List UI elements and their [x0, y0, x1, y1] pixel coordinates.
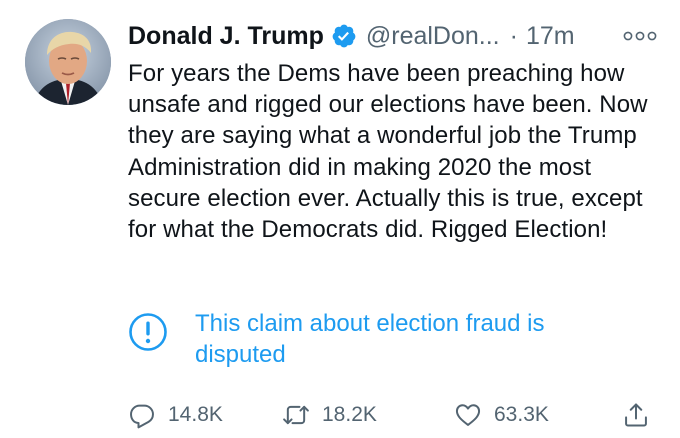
tweet-actions: 14.8K 18.2K 63.3K — [128, 398, 668, 432]
profile-photo-icon — [25, 19, 111, 105]
retweet-icon — [283, 405, 309, 425]
disputed-claim-link[interactable]: This claim about election fraud is dispu… — [195, 308, 615, 370]
reply-button[interactable]: 14.8K — [128, 398, 223, 432]
reply-count: 14.8K — [168, 403, 223, 426]
share-icon — [625, 403, 647, 427]
share-button[interactable] — [622, 398, 650, 432]
disputed-claim-notice[interactable]: This claim about election fraud is dispu… — [128, 308, 648, 370]
exclamation-circle-icon — [128, 312, 168, 352]
tweet-timestamp[interactable]: 17m — [526, 22, 575, 51]
verified-badge-icon — [331, 23, 357, 49]
avatar[interactable] — [25, 19, 111, 105]
heart-icon — [455, 404, 481, 426]
tweet-text: For years the Dems have been preaching h… — [128, 60, 648, 244]
like-count: 63.3K — [494, 403, 549, 426]
retweet-button[interactable]: 18.2K — [282, 398, 377, 432]
separator-dot: · — [509, 21, 518, 50]
tweet-header: Donald J. Trump @realDon... · 17m — [128, 20, 575, 52]
author-handle[interactable]: @realDon... — [366, 22, 500, 51]
tweet[interactable]: Donald J. Trump @realDon... · 17m For ye… — [0, 0, 680, 438]
more-options-icon[interactable] — [622, 30, 658, 42]
retweet-count: 18.2K — [322, 403, 377, 426]
reply-icon — [130, 404, 154, 429]
like-button[interactable]: 63.3K — [454, 398, 549, 432]
author-name[interactable]: Donald J. Trump — [128, 22, 324, 51]
